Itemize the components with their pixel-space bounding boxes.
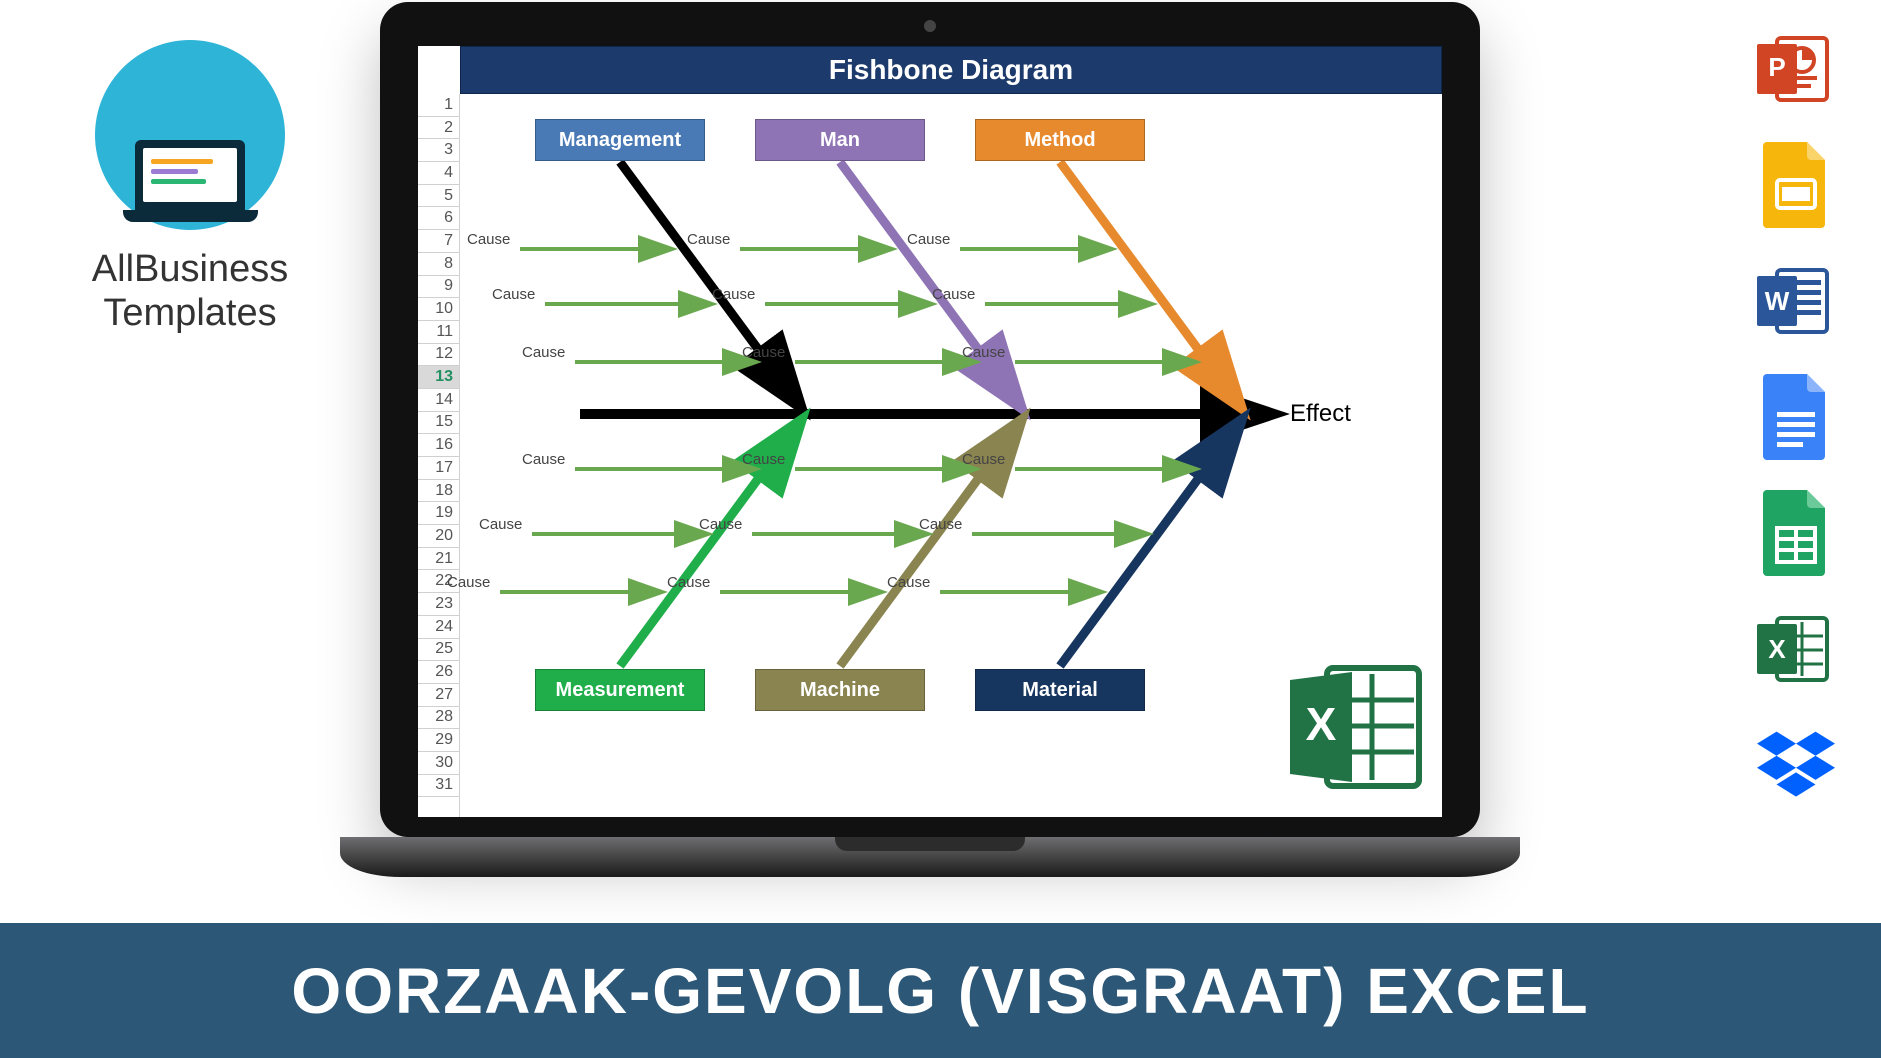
svg-text:X: X (1768, 634, 1786, 664)
svg-text:W: W (1765, 286, 1790, 316)
row-header-9[interactable]: 9 (418, 276, 459, 299)
cause-label[interactable]: Cause (962, 451, 1005, 468)
row-header-23[interactable]: 23 (418, 593, 459, 616)
cause-label[interactable]: Cause (907, 231, 950, 248)
cause-label[interactable]: Cause (962, 344, 1005, 361)
cause-label[interactable]: Cause (699, 516, 742, 533)
category-material[interactable]: Material (975, 669, 1145, 711)
row-header-3[interactable]: 3 (418, 139, 459, 162)
row-header-20[interactable]: 20 (418, 525, 459, 548)
format-icons-column: P W X (1751, 30, 1841, 804)
row-header-7[interactable]: 7 (418, 230, 459, 253)
row-header-16[interactable]: 16 (418, 434, 459, 457)
row-header-19[interactable]: 19 (418, 502, 459, 525)
row-gutter: 1234567891011121314151617181920212223242… (418, 94, 460, 817)
row-header-17[interactable]: 17 (418, 457, 459, 480)
cause-label[interactable]: Cause (667, 574, 710, 591)
cause-label[interactable]: Cause (932, 286, 975, 303)
cause-label[interactable]: Cause (712, 286, 755, 303)
google-sheets-icon[interactable] (1757, 494, 1835, 572)
row-header-26[interactable]: 26 (418, 661, 459, 684)
powerpoint-icon[interactable]: P (1757, 30, 1835, 108)
brand-block: AllBusiness Templates (60, 40, 320, 335)
laptop-mockup: Fishbone Diagram 12345678910111213141516… (340, 2, 1520, 922)
row-header-31[interactable]: 31 (418, 775, 459, 798)
excel-icon-large: X (1282, 652, 1432, 807)
row-header-27[interactable]: 27 (418, 684, 459, 707)
row-header-29[interactable]: 29 (418, 729, 459, 752)
row-header-4[interactable]: 4 (418, 162, 459, 185)
cause-label[interactable]: Cause (887, 574, 930, 591)
svg-text:X: X (1306, 698, 1337, 750)
row-header-21[interactable]: 21 (418, 548, 459, 571)
cause-label[interactable]: Cause (522, 344, 565, 361)
cause-label[interactable]: Cause (479, 516, 522, 533)
fishbone-diagram: Management Man Method Measurement Machin… (460, 94, 1442, 817)
cause-label[interactable]: Cause (687, 231, 730, 248)
cause-label[interactable]: Cause (742, 344, 785, 361)
cause-label[interactable]: Cause (919, 516, 962, 533)
row-header-12[interactable]: 12 (418, 344, 459, 367)
brand-logo (95, 40, 285, 230)
google-docs-icon[interactable] (1757, 378, 1835, 456)
cause-label[interactable]: Cause (467, 231, 510, 248)
page-banner: OORZAAK-GEVOLG (VISGRAAT) EXCEL (0, 923, 1881, 1058)
row-header-13[interactable]: 13 (418, 366, 459, 389)
category-measurement[interactable]: Measurement (535, 669, 705, 711)
row-header-14[interactable]: 14 (418, 389, 459, 412)
row-header-8[interactable]: 8 (418, 253, 459, 276)
row-header-25[interactable]: 25 (418, 639, 459, 662)
row-header-24[interactable]: 24 (418, 616, 459, 639)
excel-icon[interactable]: X (1757, 610, 1835, 688)
laptop-base (340, 837, 1520, 877)
camera-dot (924, 20, 936, 32)
row-header-18[interactable]: 18 (418, 480, 459, 503)
row-header-28[interactable]: 28 (418, 707, 459, 730)
row-header-5[interactable]: 5 (418, 185, 459, 208)
effect-label: Effect (1290, 400, 1351, 428)
diagram-title: Fishbone Diagram (460, 46, 1442, 94)
google-slides-icon[interactable] (1757, 146, 1835, 224)
row-header-11[interactable]: 11 (418, 321, 459, 344)
category-man[interactable]: Man (755, 119, 925, 161)
category-management[interactable]: Management (535, 119, 705, 161)
row-header-1[interactable]: 1 (418, 94, 459, 117)
row-header-2[interactable]: 2 (418, 117, 459, 140)
row-header-15[interactable]: 15 (418, 412, 459, 435)
cause-label[interactable]: Cause (447, 574, 490, 591)
brand-name: AllBusiness Templates (60, 248, 320, 335)
spreadsheet-screen: Fishbone Diagram 12345678910111213141516… (418, 46, 1442, 817)
category-machine[interactable]: Machine (755, 669, 925, 711)
row-header-10[interactable]: 10 (418, 298, 459, 321)
cause-label[interactable]: Cause (492, 286, 535, 303)
row-header-6[interactable]: 6 (418, 207, 459, 230)
cause-label[interactable]: Cause (742, 451, 785, 468)
svg-text:P: P (1768, 52, 1785, 82)
row-header-30[interactable]: 30 (418, 752, 459, 775)
category-method[interactable]: Method (975, 119, 1145, 161)
word-icon[interactable]: W (1757, 262, 1835, 340)
cause-label[interactable]: Cause (522, 451, 565, 468)
dropbox-icon[interactable] (1757, 726, 1835, 804)
